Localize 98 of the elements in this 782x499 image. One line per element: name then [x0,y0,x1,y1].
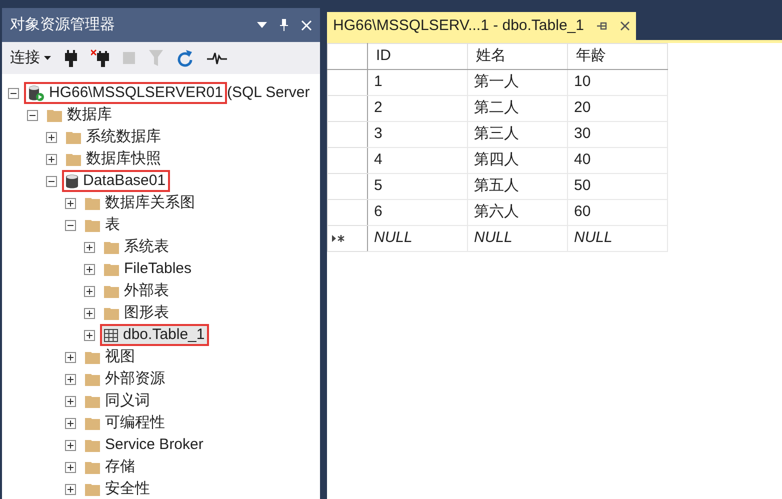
server-version-text: (SQL Server [226,82,310,103]
folder-icon [85,218,100,232]
tree-item[interactable]: 图形表 [100,302,173,324]
expand-toggle[interactable] [46,154,57,164]
folder-icon [104,306,119,320]
table-cell[interactable]: NULL [568,226,668,252]
folder-icon [85,482,100,496]
table-cell[interactable]: 2 [368,96,468,122]
folder-icon [85,416,100,430]
table-cell[interactable]: 20 [568,96,668,122]
table-cell[interactable]: 第五人 [468,174,568,200]
expand-toggle[interactable] [65,484,76,494]
plug-icon[interactable] [65,49,77,67]
tree-item[interactable]: 安全性 [81,478,154,499]
expand-toggle[interactable] [84,286,95,296]
filter-icon [149,50,163,66]
table-cell[interactable]: 5 [368,174,468,200]
folder-icon [85,460,100,474]
table-cell[interactable]: 10 [568,70,668,96]
folder-icon [47,108,62,122]
table-cell[interactable]: NULL [468,226,568,252]
row-header[interactable] [328,226,368,252]
folder-icon [85,350,100,364]
tree-item[interactable]: 外部表 [100,280,173,302]
column-header[interactable]: 年龄 [568,44,668,70]
tree-item[interactable]: 数据库关系图 [81,192,199,214]
folder-icon [66,130,81,144]
folder-icon [85,394,100,408]
tree-item[interactable]: HG66\MSSQLSERVER01 [24,82,227,104]
column-header[interactable]: ID [368,44,468,70]
pin-icon[interactable] [279,18,289,32]
caret-icon [44,56,51,60]
refresh-icon[interactable] [177,49,193,67]
expand-toggle[interactable] [65,198,76,208]
collapse-toggle[interactable] [46,176,57,186]
table-cell[interactable]: 第六人 [468,200,568,226]
tree-item[interactable]: 表 [81,214,124,236]
expand-toggle[interactable] [84,242,95,252]
expand-toggle[interactable] [46,132,57,142]
expand-toggle[interactable] [84,330,95,340]
tree-item[interactable]: 系统数据库 [62,126,165,148]
expand-toggle[interactable] [65,418,76,428]
server-icon [28,85,44,101]
tree-item[interactable]: 系统表 [100,236,173,258]
collapse-toggle[interactable] [27,110,38,120]
table-cell[interactable]: 第四人 [468,148,568,174]
close-icon[interactable] [620,21,630,31]
table-cell[interactable]: NULL [368,226,468,252]
document-tab[interactable]: HG66\MSSQLSERV...1 - dbo.Table_1 [327,12,636,40]
expand-toggle[interactable] [65,396,76,406]
tree-item[interactable]: FileTables [100,258,196,280]
folder-icon [104,240,119,254]
table-cell[interactable]: 3 [368,122,468,148]
disconnect-icon[interactable] [91,49,109,67]
folder-icon [104,284,119,298]
table-cell[interactable]: 1 [368,70,468,96]
connect-button[interactable]: 连接 [10,46,51,70]
table-cell[interactable]: 50 [568,174,668,200]
panel-title: 对象资源管理器 [10,14,115,35]
folder-icon [85,196,100,210]
database-icon [66,174,78,188]
pin-icon[interactable] [596,21,608,31]
folder-icon [85,438,100,452]
collapse-toggle[interactable] [65,220,76,230]
table-cell[interactable]: 第三人 [468,122,568,148]
folder-icon [66,152,81,166]
table-cell[interactable]: 30 [568,122,668,148]
stop-icon [123,52,135,64]
table-cell[interactable]: 40 [568,148,668,174]
expand-toggle[interactable] [84,308,95,318]
collapse-toggle[interactable] [8,88,19,98]
tree-item[interactable]: DataBase01 [62,170,170,192]
expand-toggle[interactable] [65,440,76,450]
table-cell[interactable]: 4 [368,148,468,174]
tree-item[interactable]: 数据库快照 [62,148,165,170]
table-cell[interactable]: 第二人 [468,96,568,122]
expand-toggle[interactable] [65,352,76,362]
expand-toggle[interactable] [65,374,76,384]
activity-icon[interactable] [207,51,227,65]
tree-item[interactable]: 数据库 [43,104,116,126]
table-cell[interactable]: 60 [568,200,668,226]
column-header[interactable]: 姓名 [468,44,568,70]
table-cell[interactable]: 6 [368,200,468,226]
dropdown-icon[interactable] [257,22,267,28]
tree-item[interactable]: dbo.Table_1 [100,324,209,346]
tab-title: HG66\MSSQLSERV...1 - dbo.Table_1 [333,16,584,36]
table-cell[interactable]: 第一人 [468,70,568,96]
tree-item[interactable]: 可编程性 [81,412,169,434]
folder-icon [104,262,119,276]
folder-icon [85,372,100,386]
expand-toggle[interactable] [84,264,95,274]
tree-item[interactable]: 同义词 [81,390,154,412]
expand-toggle[interactable] [65,462,76,472]
tree-item[interactable]: 存储 [81,456,139,478]
tree-item[interactable]: 外部资源 [81,368,169,390]
table-icon [104,328,118,342]
tree-item[interactable]: 视图 [81,346,139,368]
tree-item[interactable]: Service Broker [81,434,208,456]
